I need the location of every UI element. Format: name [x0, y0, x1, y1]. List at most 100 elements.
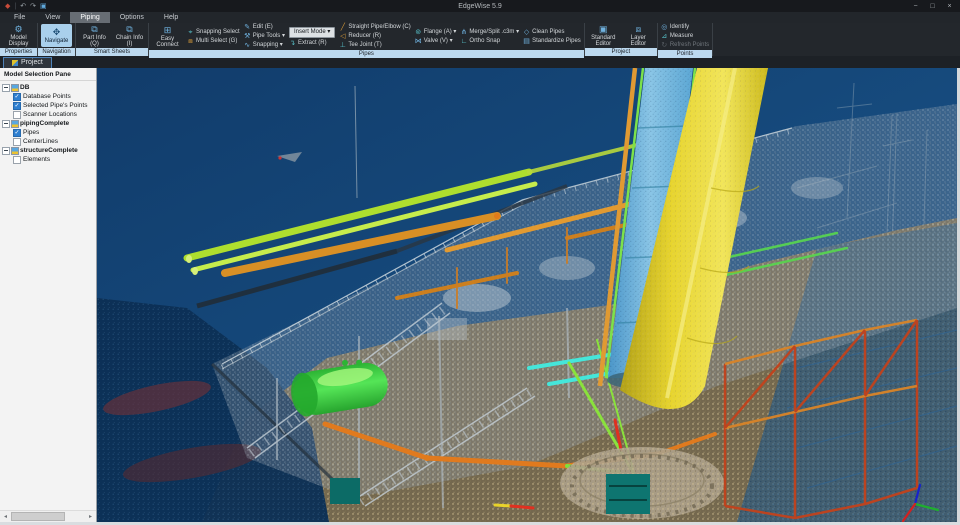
standardize-pipes-icon: ▤ [523, 38, 530, 45]
ribbon-tab-bar: File View Piping Options Help [0, 12, 960, 23]
pipe-tools-icon: ⚒ [244, 33, 251, 40]
ortho-snap-button[interactable]: ∟ Ortho Snap [460, 38, 519, 45]
valve-icon: ⋈ [415, 38, 422, 45]
title-bar: ◆ | ↶ ↷ ▣ EdgeWise 5.9 − □ × [0, 0, 960, 12]
scroll-right-icon[interactable]: ▸ [86, 513, 95, 520]
tree-item-scanner-locations[interactable]: Scanner Locations [2, 110, 96, 119]
panel-title: Model Selection Pane [0, 68, 96, 81]
checkbox[interactable] [13, 111, 21, 119]
ortho-snap-icon: ∟ [460, 38, 467, 45]
model-group-icon [12, 85, 18, 91]
checkbox[interactable] [13, 138, 21, 146]
collapse-icon[interactable] [2, 120, 10, 128]
redo-icon[interactable]: ↷ [30, 3, 36, 10]
standard-editor-icon: ▣ [599, 25, 608, 34]
chain-info-button[interactable]: ⧉ Chain Info (I) [114, 24, 145, 47]
group-label-smart-sheets: Smart Sheets [76, 48, 148, 56]
multi-select-icon: ⧈ [187, 38, 194, 45]
ribbon-group-pipes: ⊞ Easy Connect ⌖ Snapping Select ⧈ Multi… [149, 23, 585, 56]
tree-item-database-points[interactable]: Database Points [2, 92, 96, 101]
edit-icon: ✎ [244, 24, 251, 31]
snapping-select-button[interactable]: ⌖ Snapping Select [187, 29, 240, 36]
easy-connect-button[interactable]: ⊞ Easy Connect [152, 25, 183, 48]
tab-options[interactable]: Options [110, 12, 154, 23]
snapping-icon: ∿ [244, 42, 251, 49]
scroll-left-icon[interactable]: ◂ [1, 513, 10, 520]
layer-editor-button[interactable]: ⧈ Layer Editor [623, 24, 654, 47]
navigate-icon: ✥ [53, 28, 61, 37]
window-title: EdgeWise 5.9 [458, 3, 502, 10]
tree-item-selected-pipes-points[interactable]: Selected Pipe's Points [2, 101, 96, 110]
extract-button[interactable]: ↴ Extract (R) [289, 40, 335, 47]
standardize-pipes-button[interactable]: ▤ Standardize Pipes [523, 38, 581, 45]
flange-button[interactable]: ⊚ Flange (A) ▾ [415, 29, 457, 36]
checkbox[interactable] [13, 102, 21, 110]
ribbon: ⚙ Model Display Properties ✥ Navigate Na… [0, 23, 960, 56]
snapping-button[interactable]: ∿ Snapping ▾ [244, 42, 285, 49]
toolbar-separator: | [14, 3, 16, 10]
model-group-icon [12, 121, 18, 127]
tree-item-elements[interactable]: Elements [2, 155, 96, 164]
clean-pipes-button[interactable]: ◇ Clean Pipes [523, 29, 581, 36]
ribbon-group-navigation: ✥ Navigate Navigation [38, 23, 76, 56]
tab-file[interactable]: File [4, 12, 35, 23]
tab-piping[interactable]: Piping [70, 12, 109, 23]
collapse-icon[interactable] [2, 147, 10, 155]
measure-button[interactable]: ⊿ Measure [661, 33, 709, 40]
ribbon-group-project: ▣ Standard Editor ⧈ Layer Editor Project [585, 23, 658, 56]
model-selection-pane: Model Selection Pane DB Database Points … [0, 68, 97, 522]
ribbon-group-smart-sheets: ⧉ Part Info (Q) ⧉ Chain Info (I) Smart S… [76, 23, 149, 56]
collapse-icon[interactable] [2, 84, 10, 92]
project-tab-icon [12, 60, 18, 66]
tab-help[interactable]: Help [154, 12, 188, 23]
refresh-points-icon: ↻ [661, 42, 668, 49]
panel-horizontal-scrollbar[interactable]: ◂ ▸ [0, 510, 96, 522]
snapping-select-icon: ⌖ [187, 29, 194, 36]
minimize-button[interactable]: − [907, 3, 924, 10]
model-display-icon: ⚙ [14, 25, 22, 34]
quick-access-toolbar: ◆ | ↶ ↷ ▣ [2, 3, 47, 10]
clean-pipes-icon: ◇ [523, 29, 530, 36]
part-info-button[interactable]: ⧉ Part Info (Q) [79, 24, 110, 47]
straight-pipe-elbow-button[interactable]: ╱ Straight Pipe/Elbow (C) [339, 24, 410, 31]
save-icon[interactable]: ▣ [40, 3, 47, 10]
tree-item-centerlines[interactable]: CenterLines [2, 137, 96, 146]
viewport-3d-scene[interactable] [97, 68, 957, 522]
model-group-icon [12, 148, 18, 154]
standard-editor-button[interactable]: ▣ Standard Editor [588, 24, 619, 47]
checkbox[interactable] [13, 129, 21, 137]
app-icon: ◆ [5, 3, 10, 10]
group-label-points: Points [658, 50, 712, 58]
tab-project[interactable]: Project [3, 57, 52, 68]
navigate-button[interactable]: ✥ Navigate [41, 24, 72, 47]
tree-group-structure-complete[interactable]: structureComplete [2, 146, 96, 155]
checkbox[interactable] [13, 93, 21, 101]
model-display-button[interactable]: ⚙ Model Display [3, 24, 34, 47]
merge-split-button[interactable]: ⋔ Merge/Split .c3m ▾ [460, 29, 519, 36]
checkbox[interactable] [13, 156, 21, 164]
pipe-tools-button[interactable]: ⚒ Pipe Tools ▾ [244, 33, 285, 40]
identify-button[interactable]: ◎ Identify [661, 24, 709, 31]
close-button[interactable]: × [941, 3, 958, 10]
edit-button[interactable]: ✎ Edit (E) [244, 24, 285, 31]
undo-icon[interactable]: ↶ [20, 3, 26, 10]
valve-button[interactable]: ⋈ Valve (V) ▾ [415, 38, 457, 45]
tree-group-db[interactable]: DB [2, 83, 96, 92]
viewport-3d[interactable] [97, 68, 960, 522]
maximize-button[interactable]: □ [924, 3, 941, 10]
scrollbar-thumb[interactable] [11, 512, 65, 521]
insert-mode-dropdown[interactable]: Insert Mode ▾ [289, 27, 335, 38]
reducer-icon: ◁ [339, 33, 346, 40]
reducer-button[interactable]: ◁ Reducer (R) [339, 33, 410, 40]
multi-select-button[interactable]: ⧈ Multi Select (G) [187, 38, 240, 45]
tee-joint-button[interactable]: ⊥ Tee Joint (T) [339, 42, 410, 49]
easy-connect-icon: ⊞ [164, 26, 172, 35]
extract-icon: ↴ [289, 40, 296, 47]
group-label-pipes: Pipes [149, 50, 584, 58]
tree-group-piping-complete[interactable]: pipingComplete [2, 119, 96, 128]
group-label-project: Project [585, 48, 657, 56]
tree-item-pipes[interactable]: Pipes [2, 128, 96, 137]
identify-icon: ◎ [661, 24, 668, 31]
tab-view[interactable]: View [35, 12, 70, 23]
layer-editor-icon: ⧈ [635, 25, 641, 34]
